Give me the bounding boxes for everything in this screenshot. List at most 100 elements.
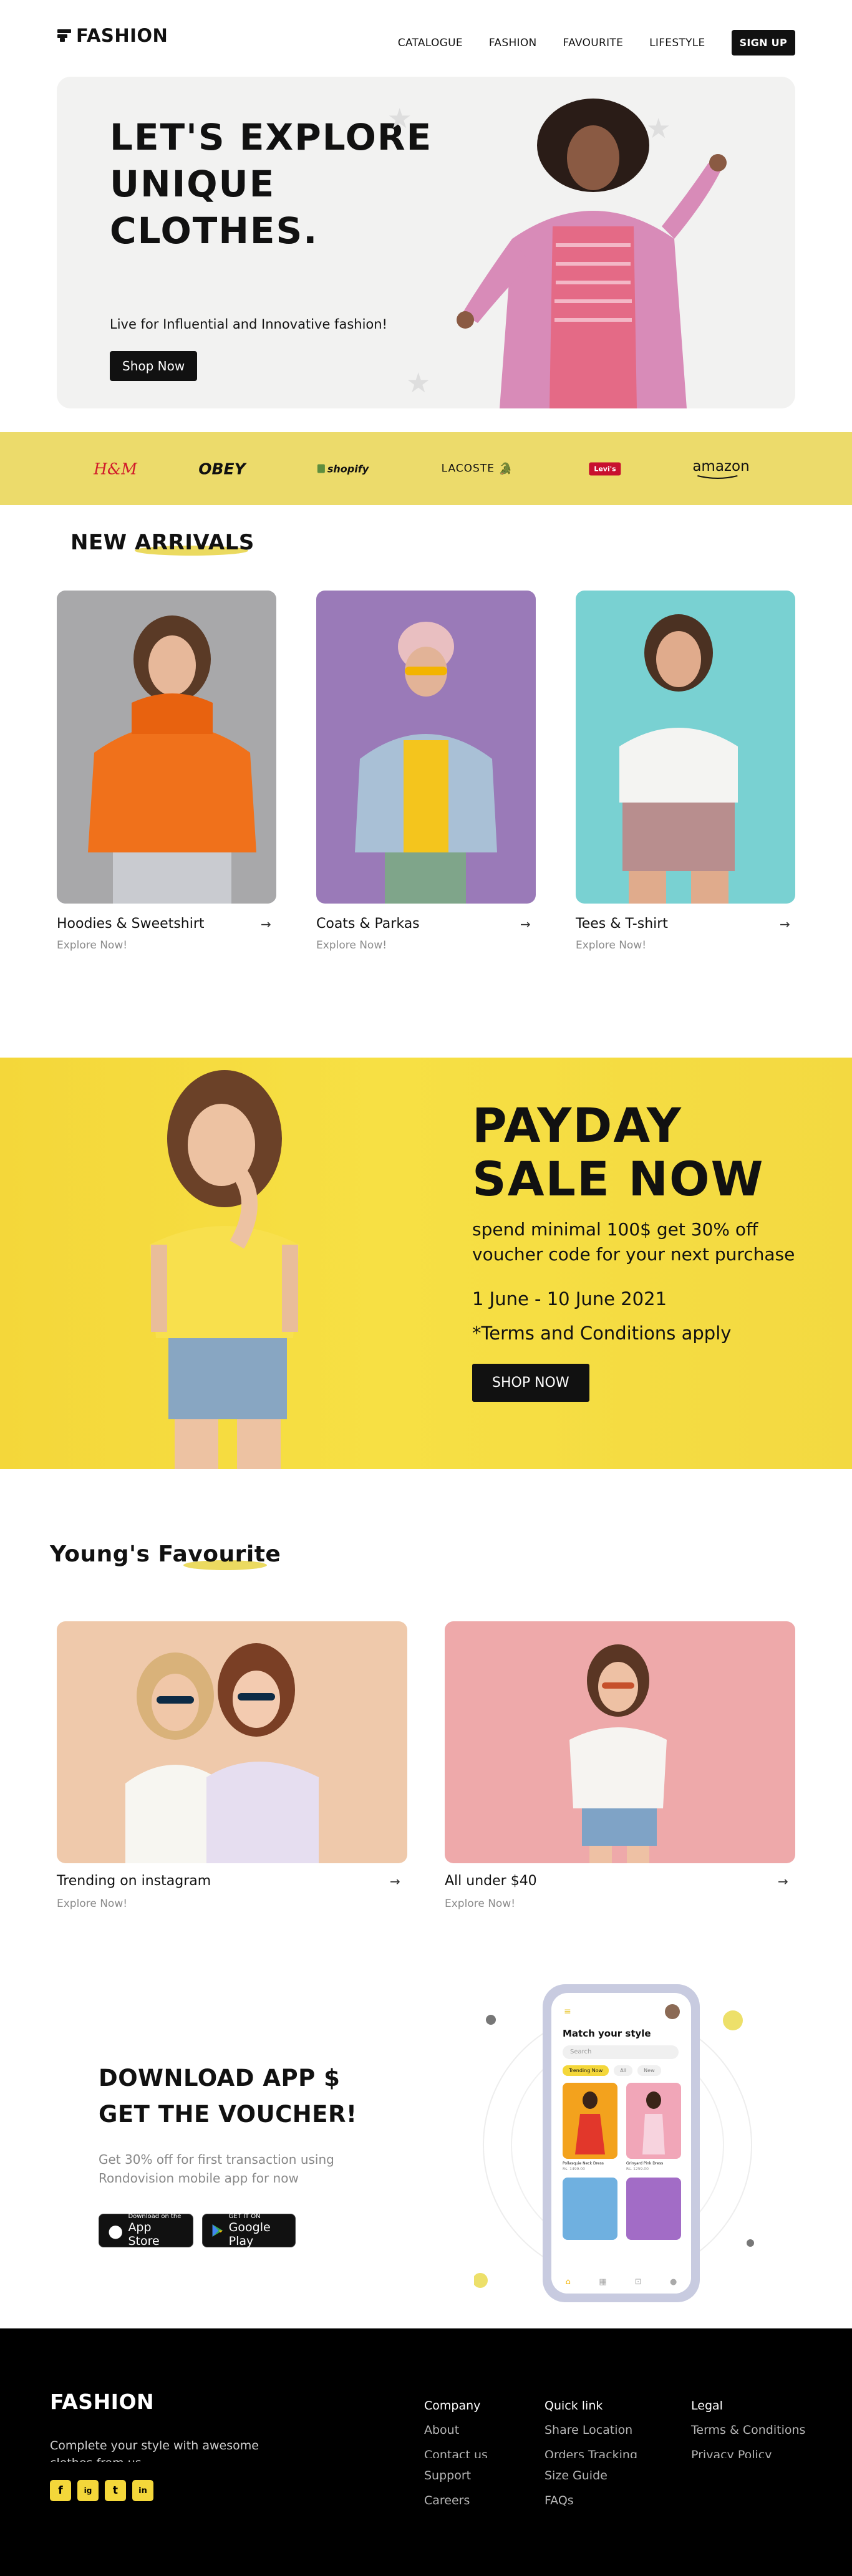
apple-icon: ●: [108, 2220, 123, 2241]
footer-link-privacy[interactable]: Privacy Policy: [691, 2448, 772, 2458]
phone-product-image: [563, 2083, 617, 2159]
site-footer: FASHION Complete your style with awesome…: [0, 2328, 852, 2576]
explore-now-link[interactable]: Explore Now!: [316, 939, 387, 952]
footer-link-terms[interactable]: Terms & Conditions: [691, 2423, 805, 2437]
brand-logo-amazon: amazon: [692, 458, 750, 480]
payday-title: PAYDAY SALE NOW: [472, 1099, 764, 1206]
arrival-card-title[interactable]: Coats & Parkas: [316, 916, 420, 932]
explore-now-link[interactable]: Explore Now!: [576, 939, 646, 952]
pink-dress-image: [642, 2091, 665, 2154]
arrival-card-image-coats[interactable]: [316, 591, 536, 904]
arrow-right-icon[interactable]: →: [390, 1874, 400, 1889]
nav-link-favourite[interactable]: FAVOURITE: [563, 37, 624, 49]
brand-logo-lacoste-text: LACOSTE: [441, 462, 495, 475]
phone-screen: ≡ Match your style Search Trending Now A…: [551, 1993, 691, 2294]
arrow-right-icon[interactable]: →: [261, 917, 271, 932]
footer-link-faqs[interactable]: FAQs: [545, 2494, 574, 2507]
google-play-button[interactable]: GET IT ON Google Play: [202, 2213, 296, 2248]
google-play-small-text: GET IT ON: [228, 2213, 261, 2220]
cart-icon: ⊡: [634, 2277, 642, 2287]
facebook-icon[interactable]: f: [50, 2480, 71, 2501]
arrow-right-icon[interactable]: →: [520, 917, 531, 932]
arrival-card-image-tees[interactable]: [576, 591, 795, 904]
phone-chips: Trending Now All New: [563, 2065, 661, 2076]
payday-title-line2: SALE NOW: [472, 1151, 765, 1207]
footer-col-title-quicklink: Quick link: [545, 2399, 603, 2413]
shopify-bag-icon: [317, 464, 325, 473]
footer-link-about[interactable]: About: [424, 2423, 459, 2437]
footer-link-share-location[interactable]: Share Location: [545, 2423, 632, 2437]
phone-product-image: [563, 2178, 617, 2240]
linkedin-icon[interactable]: in: [132, 2480, 153, 2501]
footer-link-support[interactable]: Support: [424, 2469, 471, 2482]
brand-logo-hm: H&M: [94, 460, 137, 478]
red-dress-image: [575, 2091, 605, 2154]
arrow-right-icon[interactable]: →: [780, 917, 790, 932]
logo-icon: [57, 29, 72, 42]
instagram-models-image: [57, 1621, 407, 1863]
explore-now-link[interactable]: Explore Now!: [57, 1898, 127, 1910]
twitter-icon[interactable]: t: [105, 2480, 126, 2501]
footer-link-careers[interactable]: Careers: [424, 2494, 470, 2507]
app-title-line2: GET THE VOUCHER!: [99, 2101, 357, 2128]
payday-model-image: [150, 1070, 299, 1469]
brand-logo-lacoste: LACOSTE 🐊: [442, 462, 513, 475]
footer-col-title-legal: Legal: [691, 2399, 723, 2413]
app-store-small-text: Download on the: [128, 2213, 182, 2220]
site-logo[interactable]: FASHION: [57, 25, 168, 46]
footer-link-contact[interactable]: Contact us: [424, 2448, 488, 2458]
phone-search-input: Search: [563, 2045, 679, 2059]
app-title-line1: DOWNLOAD APP $: [99, 2065, 341, 2091]
arrival-card-title[interactable]: Hoodies & Sweetshirt: [57, 916, 205, 932]
footer-tagline: Complete your style with awesome clothes…: [50, 2439, 259, 2462]
arrival-card-title[interactable]: Tees & T-shirt: [576, 916, 668, 932]
phone-chip: Trending Now: [563, 2065, 609, 2076]
phone-heading: Match your style: [563, 2028, 651, 2039]
youngs-favourite-title: Young's Favourite: [50, 1541, 281, 1567]
fav-card-image-under40[interactable]: [445, 1621, 795, 1863]
fav-card-title[interactable]: All under $40: [445, 1873, 537, 1889]
google-play-big-text: Google Play: [228, 2221, 271, 2248]
fav-card-title[interactable]: Trending on instagram: [57, 1873, 211, 1889]
payday-description: spend minimal 100$ get 30% off voucher c…: [472, 1219, 795, 1265]
phone-tab-bar: ⌂ ▦ ⊡ ●: [551, 2270, 691, 2294]
under40-model-image: [445, 1621, 795, 1863]
shop-now-button[interactable]: Shop Now: [110, 351, 198, 381]
main-nav: CATALOGUE FASHION FAVOURITE LIFESTYLE SI…: [398, 30, 795, 55]
tee-model-image: [576, 591, 795, 904]
signup-button[interactable]: SIGN UP: [731, 30, 795, 55]
hoodie-model-image: [57, 591, 276, 904]
phone-product-name: Pollasquie Neck Dress: [563, 2161, 604, 2166]
brand-logo-amazon-text: amazon: [692, 458, 750, 475]
avatar: [665, 2004, 680, 2019]
app-download-title: DOWNLOAD APP $ GET THE VOUCHER!: [99, 2060, 357, 2133]
arrival-card-image-hoodies[interactable]: [57, 591, 276, 904]
payday-title-line1: PAYDAY: [472, 1097, 682, 1153]
phone-product-image: [626, 2178, 681, 2240]
brand-logo-shopify: shopify: [317, 463, 369, 475]
google-play-icon: [212, 2224, 223, 2237]
brand-strip: H&M OBEY shopify LACOSTE 🐊 Levi's amazon: [0, 432, 852, 505]
fav-card-image-instagram[interactable]: [57, 1621, 407, 1863]
nav-link-fashion[interactable]: FASHION: [489, 37, 537, 49]
phone-product-price: Rs. 1499.00: [563, 2167, 585, 2171]
footer-link-orders-tracking[interactable]: Orders Tracking: [545, 2448, 637, 2458]
app-store-button[interactable]: ● Download on the App Store: [99, 2213, 193, 2248]
phone-product-name: Grinyard Pink Dress: [626, 2161, 664, 2166]
app-description: Get 30% off for first transaction using …: [99, 2152, 334, 2186]
instagram-icon[interactable]: ig: [77, 2480, 99, 2501]
nav-link-lifestyle[interactable]: LIFESTYLE: [649, 37, 705, 49]
arrow-right-icon[interactable]: →: [778, 1874, 788, 1889]
phone-chip: All: [614, 2065, 633, 2076]
explore-now-link[interactable]: Explore Now!: [445, 1898, 515, 1910]
footer-link-size-guide[interactable]: Size Guide: [545, 2469, 608, 2482]
explore-now-link[interactable]: Explore Now!: [57, 939, 127, 952]
payday-shop-now-button[interactable]: SHOP NOW: [472, 1364, 589, 1402]
footer-logo[interactable]: FASHION: [50, 2390, 154, 2414]
phone-product-price: Rs. 1259.00: [626, 2167, 649, 2171]
new-arrivals-title: NEW ARRIVALS: [70, 530, 254, 555]
home-icon: ⌂: [565, 2277, 571, 2287]
grid-icon: ▦: [599, 2277, 607, 2287]
nav-link-catalogue[interactable]: CATALOGUE: [398, 37, 463, 49]
coat-model-image: [316, 591, 536, 904]
